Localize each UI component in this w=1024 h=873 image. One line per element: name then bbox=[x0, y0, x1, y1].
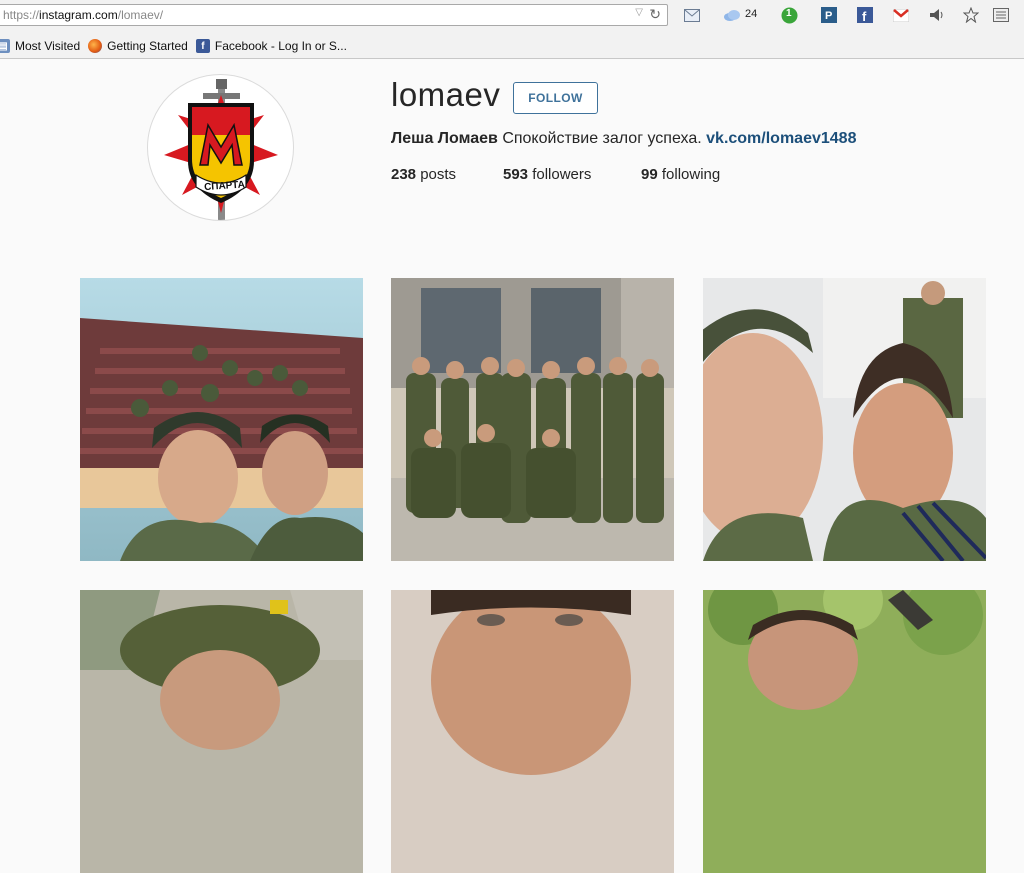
following-count: 99 bbox=[641, 166, 658, 183]
photo-tile[interactable] bbox=[703, 590, 986, 873]
bookmark-icon: ▤ bbox=[0, 39, 10, 53]
url-dropdown-icon[interactable]: ▽ bbox=[635, 7, 643, 18]
photo-tile[interactable] bbox=[391, 278, 674, 561]
followers-label: followers bbox=[532, 166, 592, 183]
notification-count: 1 bbox=[786, 8, 792, 19]
photo-outdoor-portrait bbox=[703, 590, 986, 873]
reload-icon[interactable]: ↻ bbox=[649, 6, 661, 23]
mail-notifier-icon[interactable] bbox=[683, 6, 701, 24]
url-text: https://instagram.com/lomaev/ bbox=[3, 8, 164, 22]
browser-chrome: https://instagram.com/lomaev/ ▽ ↻ 24 1 P… bbox=[0, 0, 1024, 59]
stat-following[interactable]: 99 following bbox=[641, 166, 720, 183]
profile-display-name: Леша Ломаев bbox=[391, 130, 498, 147]
firefox-icon bbox=[88, 39, 103, 53]
bookmark-most-visited[interactable]: ▤ Most Visited bbox=[0, 39, 80, 53]
profile-bio: Леша Ломаев Спокойствие залог успеха. vk… bbox=[391, 130, 856, 148]
pocket-icon[interactable]: P bbox=[820, 6, 838, 24]
following-label: following bbox=[661, 166, 721, 183]
weather-cloud-icon[interactable] bbox=[723, 6, 741, 24]
posts-label: posts bbox=[420, 166, 457, 183]
weather-temperature: 24 bbox=[745, 8, 758, 20]
follow-button[interactable]: FOLLOW bbox=[513, 82, 598, 114]
bookmarks-toolbar: ▤ Most Visited Getting Started f Faceboo… bbox=[0, 37, 355, 55]
gmail-icon[interactable] bbox=[892, 6, 910, 24]
stat-followers[interactable]: 593 followers bbox=[503, 166, 591, 183]
sparta-emblem-logo: СПАРТА bbox=[164, 79, 278, 220]
profile-avatar[interactable]: СПАРТА bbox=[147, 74, 294, 221]
facebook-icon: f bbox=[195, 39, 210, 53]
photo-tile[interactable] bbox=[80, 278, 363, 561]
url-bar[interactable]: https://instagram.com/lomaev/ ▽ ↻ bbox=[0, 4, 668, 26]
svg-text:f: f bbox=[862, 9, 867, 23]
profile-bio-link[interactable]: vk.com/lomaev1488 bbox=[706, 130, 856, 147]
posts-count: 238 bbox=[391, 166, 417, 183]
stat-posts: 238 posts bbox=[391, 166, 456, 183]
bookmark-getting-started[interactable]: Getting Started bbox=[88, 39, 188, 53]
photo-closeup-selfie bbox=[703, 278, 986, 561]
photo-face-closeup bbox=[391, 590, 674, 873]
photo-helmet-portrait bbox=[80, 590, 363, 873]
photo-tile[interactable] bbox=[703, 278, 986, 561]
bookmark-star-icon[interactable] bbox=[962, 6, 980, 24]
photo-tile[interactable] bbox=[391, 590, 674, 873]
photo-soldiers-group bbox=[391, 278, 674, 561]
photo-auditorium-selfie bbox=[80, 278, 363, 561]
reading-list-icon[interactable] bbox=[992, 6, 1010, 24]
notification-badge-icon[interactable]: 1 bbox=[780, 6, 798, 24]
svg-text:P: P bbox=[825, 10, 832, 22]
bookmark-facebook[interactable]: f Facebook - Log In or S... bbox=[195, 39, 347, 53]
speaker-icon[interactable] bbox=[928, 6, 946, 24]
followers-count: 593 bbox=[503, 166, 529, 183]
profile-username: lomaev bbox=[391, 76, 501, 113]
profile-bio-text: Спокойствие залог успеха. bbox=[502, 130, 702, 147]
facebook-icon[interactable]: f bbox=[856, 6, 874, 24]
photo-tile[interactable] bbox=[80, 590, 363, 873]
